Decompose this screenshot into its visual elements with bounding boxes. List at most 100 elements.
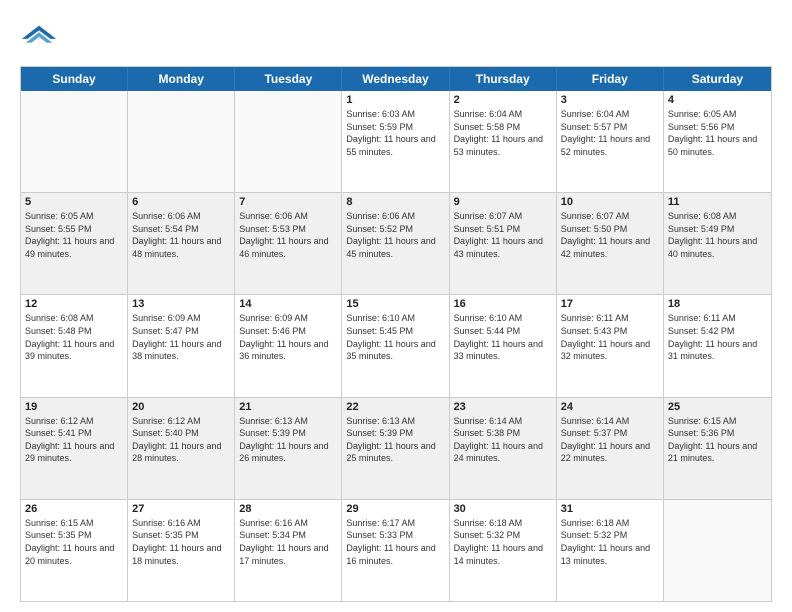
day-cell: 4 Sunrise: 6:05 AM Sunset: 5:56 PM Daylig…	[664, 91, 771, 192]
day-cell: 2 Sunrise: 6:04 AM Sunset: 5:58 PM Daylig…	[450, 91, 557, 192]
day-info: Sunrise: 6:04 AM Sunset: 5:57 PM Dayligh…	[561, 108, 659, 158]
day-number: 2	[454, 94, 552, 106]
day-info: Sunrise: 6:03 AM Sunset: 5:59 PM Dayligh…	[346, 108, 444, 158]
day-info: Sunrise: 6:13 AM Sunset: 5:39 PM Dayligh…	[346, 415, 444, 465]
day-cell	[21, 91, 128, 192]
day-cell: 19 Sunrise: 6:12 AM Sunset: 5:41 PM Dayli…	[21, 398, 128, 499]
day-number: 29	[346, 503, 444, 515]
day-number: 3	[561, 94, 659, 106]
day-info: Sunrise: 6:05 AM Sunset: 5:56 PM Dayligh…	[668, 108, 767, 158]
day-cell: 17 Sunrise: 6:11 AM Sunset: 5:43 PM Dayli…	[557, 295, 664, 396]
day-info: Sunrise: 6:06 AM Sunset: 5:54 PM Dayligh…	[132, 210, 230, 260]
day-cell: 26 Sunrise: 6:15 AM Sunset: 5:35 PM Dayli…	[21, 500, 128, 601]
day-info: Sunrise: 6:13 AM Sunset: 5:39 PM Dayligh…	[239, 415, 337, 465]
day-info: Sunrise: 6:16 AM Sunset: 5:34 PM Dayligh…	[239, 517, 337, 567]
week-row: 26 Sunrise: 6:15 AM Sunset: 5:35 PM Dayli…	[21, 500, 771, 601]
day-info: Sunrise: 6:14 AM Sunset: 5:37 PM Dayligh…	[561, 415, 659, 465]
day-number: 26	[25, 503, 123, 515]
day-number: 1	[346, 94, 444, 106]
day-header-tuesday: Tuesday	[235, 67, 342, 91]
day-number: 28	[239, 503, 337, 515]
day-headers: SundayMondayTuesdayWednesdayThursdayFrid…	[21, 67, 771, 91]
day-info: Sunrise: 6:12 AM Sunset: 5:41 PM Dayligh…	[25, 415, 123, 465]
day-number: 23	[454, 401, 552, 413]
day-number: 25	[668, 401, 767, 413]
day-number: 19	[25, 401, 123, 413]
day-cell: 18Sunrise: 6:11 AM Sunset: 5:42 PM Dayli…	[664, 295, 771, 396]
logo	[20, 18, 64, 56]
day-info: Sunrise: 6:18 AM Sunset: 5:32 PM Dayligh…	[454, 517, 552, 567]
day-info: Sunrise: 6:06 AM Sunset: 5:53 PM Dayligh…	[239, 210, 337, 260]
day-number: 18	[668, 298, 767, 310]
day-info: Sunrise: 6:17 AM Sunset: 5:33 PM Dayligh…	[346, 517, 444, 567]
day-info: Sunrise: 6:07 AM Sunset: 5:50 PM Dayligh…	[561, 210, 659, 260]
day-cell: 7 Sunrise: 6:06 AM Sunset: 5:53 PM Daylig…	[235, 193, 342, 294]
day-number: 8	[346, 196, 444, 208]
day-info: Sunrise: 6:07 AM Sunset: 5:51 PM Dayligh…	[454, 210, 552, 260]
day-cell: 27 Sunrise: 6:16 AM Sunset: 5:35 PM Dayli…	[128, 500, 235, 601]
day-info: Sunrise: 6:04 AM Sunset: 5:58 PM Dayligh…	[454, 108, 552, 158]
day-number: 31	[561, 503, 659, 515]
day-cell: 8 Sunrise: 6:06 AM Sunset: 5:52 PM Daylig…	[342, 193, 449, 294]
logo-icon	[20, 18, 58, 56]
week-row: 19 Sunrise: 6:12 AM Sunset: 5:41 PM Dayli…	[21, 398, 771, 500]
day-cell: 24 Sunrise: 6:14 AM Sunset: 5:37 PM Dayli…	[557, 398, 664, 499]
day-number: 21	[239, 401, 337, 413]
day-cell	[235, 91, 342, 192]
day-number: 15	[346, 298, 444, 310]
day-number: 12	[25, 298, 123, 310]
day-number: 22	[346, 401, 444, 413]
day-cell: 1 Sunrise: 6:03 AM Sunset: 5:59 PM Daylig…	[342, 91, 449, 192]
day-cell: 5 Sunrise: 6:05 AM Sunset: 5:55 PM Daylig…	[21, 193, 128, 294]
day-number: 6	[132, 196, 230, 208]
day-cell: 14 Sunrise: 6:09 AM Sunset: 5:46 PM Dayli…	[235, 295, 342, 396]
day-cell: 13 Sunrise: 6:09 AM Sunset: 5:47 PM Dayli…	[128, 295, 235, 396]
day-info: Sunrise: 6:10 AM Sunset: 5:44 PM Dayligh…	[454, 312, 552, 362]
day-info: Sunrise: 6:09 AM Sunset: 5:47 PM Dayligh…	[132, 312, 230, 362]
calendar-body: 1 Sunrise: 6:03 AM Sunset: 5:59 PM Daylig…	[21, 91, 771, 601]
day-info: Sunrise: 6:05 AM Sunset: 5:55 PM Dayligh…	[25, 210, 123, 260]
day-cell: 9 Sunrise: 6:07 AM Sunset: 5:51 PM Daylig…	[450, 193, 557, 294]
day-info: Sunrise: 6:09 AM Sunset: 5:46 PM Dayligh…	[239, 312, 337, 362]
day-header-sunday: Sunday	[21, 67, 128, 91]
day-info: Sunrise: 6:06 AM Sunset: 5:52 PM Dayligh…	[346, 210, 444, 260]
day-number: 27	[132, 503, 230, 515]
day-number: 4	[668, 94, 767, 106]
day-header-saturday: Saturday	[664, 67, 771, 91]
day-info: Sunrise: 6:15 AM Sunset: 5:35 PM Dayligh…	[25, 517, 123, 567]
day-number: 20	[132, 401, 230, 413]
day-info: Sunrise: 6:08 AM Sunset: 5:49 PM Dayligh…	[668, 210, 767, 260]
day-number: 17	[561, 298, 659, 310]
day-cell	[128, 91, 235, 192]
week-row: 5 Sunrise: 6:05 AM Sunset: 5:55 PM Daylig…	[21, 193, 771, 295]
day-cell: 15 Sunrise: 6:10 AM Sunset: 5:45 PM Dayli…	[342, 295, 449, 396]
day-cell: 25Sunrise: 6:15 AM Sunset: 5:36 PM Dayli…	[664, 398, 771, 499]
day-number: 10	[561, 196, 659, 208]
week-row: 12Sunrise: 6:08 AM Sunset: 5:48 PM Dayli…	[21, 295, 771, 397]
day-number: 24	[561, 401, 659, 413]
day-number: 14	[239, 298, 337, 310]
day-cell: 20 Sunrise: 6:12 AM Sunset: 5:40 PM Dayli…	[128, 398, 235, 499]
day-info: Sunrise: 6:12 AM Sunset: 5:40 PM Dayligh…	[132, 415, 230, 465]
day-info: Sunrise: 6:18 AM Sunset: 5:32 PM Dayligh…	[561, 517, 659, 567]
day-number: 13	[132, 298, 230, 310]
day-cell: 16Sunrise: 6:10 AM Sunset: 5:44 PM Dayli…	[450, 295, 557, 396]
day-cell: 10 Sunrise: 6:07 AM Sunset: 5:50 PM Dayli…	[557, 193, 664, 294]
day-number: 30	[454, 503, 552, 515]
day-cell: 22 Sunrise: 6:13 AM Sunset: 5:39 PM Dayli…	[342, 398, 449, 499]
day-cell: 12Sunrise: 6:08 AM Sunset: 5:48 PM Dayli…	[21, 295, 128, 396]
day-number: 7	[239, 196, 337, 208]
day-cell: 11 Sunrise: 6:08 AM Sunset: 5:49 PM Dayli…	[664, 193, 771, 294]
day-info: Sunrise: 6:16 AM Sunset: 5:35 PM Dayligh…	[132, 517, 230, 567]
week-row: 1 Sunrise: 6:03 AM Sunset: 5:59 PM Daylig…	[21, 91, 771, 193]
page: SundayMondayTuesdayWednesdayThursdayFrid…	[0, 0, 792, 612]
day-header-friday: Friday	[557, 67, 664, 91]
day-header-wednesday: Wednesday	[342, 67, 449, 91]
day-number: 5	[25, 196, 123, 208]
day-info: Sunrise: 6:14 AM Sunset: 5:38 PM Dayligh…	[454, 415, 552, 465]
day-number: 9	[454, 196, 552, 208]
day-info: Sunrise: 6:10 AM Sunset: 5:45 PM Dayligh…	[346, 312, 444, 362]
day-number: 11	[668, 196, 767, 208]
calendar: SundayMondayTuesdayWednesdayThursdayFrid…	[20, 66, 772, 602]
day-info: Sunrise: 6:11 AM Sunset: 5:43 PM Dayligh…	[561, 312, 659, 362]
